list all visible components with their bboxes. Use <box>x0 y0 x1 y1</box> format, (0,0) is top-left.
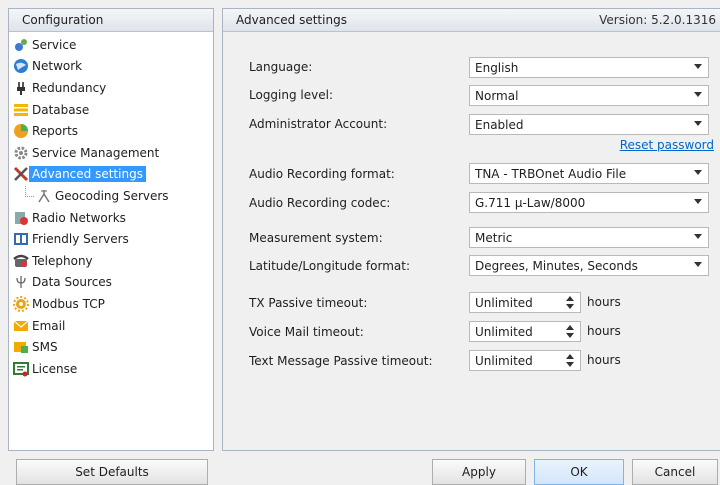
cancel-button[interactable]: Cancel <box>632 459 718 485</box>
spin-arrows-icon[interactable] <box>566 353 574 368</box>
advanced-settings-icon <box>13 166 29 182</box>
radio-networks-icon <box>13 210 29 226</box>
admin-account-select[interactable]: Enabled <box>469 114 709 135</box>
tree-item-reports[interactable]: Reports <box>9 120 213 142</box>
redundancy-icon <box>13 80 29 96</box>
chevron-down-icon <box>694 64 702 69</box>
audio-codec-label: Audio Recording codec: <box>249 196 391 210</box>
vm-timeout-value: Unlimited <box>475 324 533 339</box>
language-select[interactable]: English <box>469 57 709 78</box>
sms-icon <box>13 339 29 355</box>
tree-item-service-management[interactable]: Service Management <box>9 142 213 164</box>
chevron-down-icon <box>694 170 702 175</box>
tree-item-database[interactable]: Database <box>9 99 213 121</box>
license-icon <box>13 361 29 377</box>
tree-connector-line <box>25 186 34 198</box>
service-icon <box>13 37 29 53</box>
measurement-value: Metric <box>475 230 513 245</box>
chevron-down-icon <box>694 121 702 126</box>
network-icon <box>13 58 29 74</box>
friendly-servers-icon <box>13 231 29 247</box>
tree-item-network[interactable]: Network <box>9 56 213 78</box>
tree-item-geocoding-servers[interactable]: Geocoding Servers <box>9 185 213 207</box>
geocoding-icon <box>36 188 52 204</box>
configuration-tree: Service Network Redundancy Database Repo… <box>9 32 213 380</box>
admin-value: Enabled <box>475 117 524 132</box>
tree-item-advanced-settings[interactable]: Advanced settings <box>9 164 213 186</box>
tree-item-modbus-tcp[interactable]: Modbus TCP <box>9 293 213 315</box>
ok-button[interactable]: OK <box>534 459 624 485</box>
latlon-label: Latitude/Longitude format: <box>249 259 411 273</box>
audio-codec-value: G.711 µ-Law/8000 <box>475 195 586 210</box>
chevron-down-icon <box>694 234 702 239</box>
tree-item-license[interactable]: License <box>9 358 213 380</box>
tree-item-data-sources[interactable]: Data Sources <box>9 272 213 294</box>
chevron-down-icon <box>694 199 702 204</box>
tree-item-sms[interactable]: SMS <box>9 336 213 358</box>
audio-format-label: Audio Recording format: <box>249 167 395 181</box>
spin-arrows-icon[interactable] <box>566 295 574 310</box>
vm-timeout-spinner[interactable]: Unlimited <box>469 321 581 342</box>
audio-codec-select[interactable]: G.711 µ-Law/8000 <box>469 192 709 213</box>
logging-label: Logging level: <box>249 88 333 102</box>
tx-timeout-unit: hours <box>587 295 621 309</box>
tx-timeout-value: Unlimited <box>475 295 533 310</box>
audio-format-select[interactable]: TNA - TRBOnet Audio File <box>469 163 709 184</box>
text-timeout-unit: hours <box>587 353 621 367</box>
version-label: Version: 5.2.0.1316 <box>599 13 716 27</box>
measurement-system-select[interactable]: Metric <box>469 227 709 248</box>
spin-arrows-icon[interactable] <box>566 324 574 339</box>
vm-timeout-unit: hours <box>587 324 621 338</box>
tx-timeout-label: TX Passive timeout: <box>249 296 368 310</box>
service-management-icon <box>13 145 29 161</box>
configuration-panel: Configuration Service Network Redundancy… <box>8 8 214 451</box>
panel-title: Advanced settings <box>236 13 347 27</box>
latlon-value: Degrees, Minutes, Seconds <box>475 258 638 273</box>
data-sources-icon <box>13 274 29 290</box>
text-timeout-spinner[interactable]: Unlimited <box>469 350 581 371</box>
latlon-format-select[interactable]: Degrees, Minutes, Seconds <box>469 255 709 276</box>
tree-item-friendly-servers[interactable]: Friendly Servers <box>9 228 213 250</box>
email-icon <box>13 318 29 334</box>
tree-item-redundancy[interactable]: Redundancy <box>9 77 213 99</box>
configuration-header: Configuration <box>9 9 213 32</box>
admin-label: Administrator Account: <box>249 117 388 131</box>
text-timeout-label: Text Message Passive timeout: <box>249 354 433 368</box>
tree-item-service[interactable]: Service <box>9 34 213 56</box>
reports-icon <box>13 123 29 139</box>
tx-timeout-spinner[interactable]: Unlimited <box>469 292 581 313</box>
audio-format-value: TNA - TRBOnet Audio File <box>475 166 627 181</box>
chevron-down-icon <box>694 262 702 267</box>
advanced-settings-panel: Advanced settings Version: 5.2.0.1316 La… <box>222 8 720 451</box>
tree-item-email[interactable]: Email <box>9 315 213 337</box>
chevron-down-icon <box>694 92 702 97</box>
language-label: Language: <box>249 60 313 74</box>
reset-password-link[interactable]: Reset password <box>620 138 714 152</box>
telephony-icon <box>13 253 29 269</box>
database-icon <box>13 102 29 118</box>
set-defaults-button[interactable]: Set Defaults <box>16 459 208 485</box>
text-timeout-value: Unlimited <box>475 353 533 368</box>
logging-level-select[interactable]: Normal <box>469 85 709 106</box>
advanced-settings-header: Advanced settings Version: 5.2.0.1316 <box>223 9 720 32</box>
logging-value: Normal <box>475 88 519 103</box>
measurement-label: Measurement system: <box>249 231 383 245</box>
tree-item-radio-networks[interactable]: Radio Networks <box>9 207 213 229</box>
vm-timeout-label: Voice Mail timeout: <box>249 325 364 339</box>
apply-button[interactable]: Apply <box>432 459 526 485</box>
tree-item-telephony[interactable]: Telephony <box>9 250 213 272</box>
language-value: English <box>475 60 519 75</box>
modbus-icon <box>13 295 29 312</box>
